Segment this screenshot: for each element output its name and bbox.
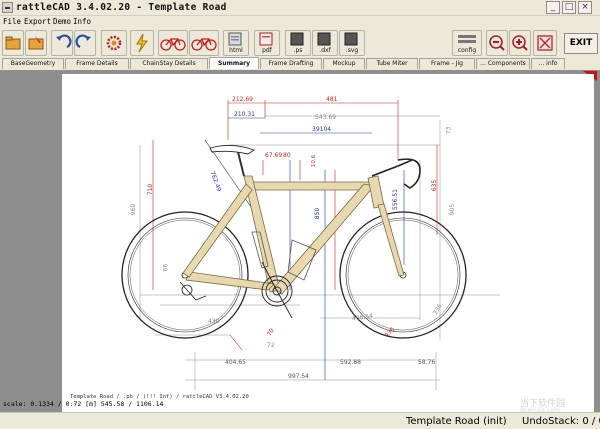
bike-icon (160, 38, 186, 51)
export-dxf-button[interactable]: .dxf (312, 30, 338, 56)
dim-label: 58.76 (418, 359, 436, 366)
tab-summary[interactable]: Summary (209, 57, 259, 69)
fit-view-icon (537, 35, 553, 51)
bike-frame-icon (191, 38, 217, 51)
tab-basegeometry[interactable]: BaseGeometry (2, 58, 64, 69)
tab-mockup[interactable]: Mockup (323, 58, 365, 69)
dim-label: 905 (449, 203, 457, 216)
dim-label: 850 (314, 207, 322, 220)
dim-label: 710 (147, 183, 155, 196)
undo-icon (56, 34, 72, 48)
dim-label: 556.51 (392, 189, 399, 210)
tab-frame-drafting[interactable]: Frame Drafting (260, 58, 322, 69)
settings-gear-button[interactable] (101, 30, 127, 56)
dim-label: 73 (445, 126, 453, 135)
dim-label: 404.65 (225, 359, 246, 366)
dim-label: 997.54 (288, 373, 309, 380)
status-bar: Template Road (init) UndoStack: 0 / 0 (0, 412, 600, 429)
zoom-out-icon (489, 35, 505, 51)
tab-tube-miter[interactable]: Tube Miter (366, 58, 418, 69)
config-button[interactable]: config (452, 30, 482, 56)
dim-label: 635 (431, 179, 439, 192)
dim-label: 960 (130, 203, 138, 216)
menu-file[interactable]: File (3, 16, 21, 27)
menu-info[interactable]: Info (73, 16, 91, 27)
save-button[interactable] (25, 30, 47, 56)
tab-frame-details[interactable]: Frame Details (65, 58, 129, 69)
pdf-icon (259, 32, 273, 46)
dim-label: 66 (162, 263, 170, 272)
save-folder-icon (28, 36, 44, 50)
config-label: config (457, 47, 477, 54)
scale-readout: scale: 0.1334 / 0.72 [m] 545.58 / 1106.1… (3, 400, 164, 408)
bike-drawing (121, 100, 500, 390)
dim-label: 212.69 (232, 96, 253, 103)
export-svg-button[interactable]: .svg (339, 30, 365, 56)
ps-file-icon (290, 32, 304, 46)
undo-stack-status: UndoStack: 0 / 0 (522, 416, 600, 427)
dim-label: 481 (326, 96, 338, 103)
html-label: html (229, 47, 243, 54)
tab-chainstay-details[interactable]: ChainStay Details (130, 58, 208, 69)
app-icon (2, 2, 13, 13)
zoom-in-icon (512, 35, 528, 51)
dim-label: 39104 (312, 126, 332, 133)
dim-label: 67.69 (265, 152, 283, 159)
tab-frame-jig[interactable]: Frame - Jig (419, 58, 475, 69)
render-button[interactable] (130, 30, 154, 56)
bike-view-button[interactable] (158, 30, 188, 56)
tab-components[interactable]: ... Components (476, 58, 530, 69)
redo-icon (75, 34, 91, 48)
fit-view-button[interactable] (533, 30, 557, 56)
folder-icon (5, 36, 21, 50)
export-html-button[interactable]: html (223, 30, 249, 56)
dim-label: 80 (283, 152, 291, 159)
dim-label: 592.88 (340, 359, 361, 366)
menu-bar: File Export Demo Info (0, 16, 600, 27)
config-icon (458, 35, 476, 43)
open-folder-button[interactable] (2, 30, 24, 56)
svg-file-icon (344, 32, 358, 46)
exit-button[interactable]: EXIT (564, 33, 598, 54)
project-status: Template Road (init) (406, 416, 507, 427)
dim-label: 430 (208, 318, 220, 325)
bike-frame-button[interactable] (189, 30, 219, 56)
zoom-out-button[interactable] (486, 30, 508, 56)
drawing-canvas[interactable]: 212.69 481 210.31 39104 67.69 80 10.6 71… (0, 70, 600, 412)
zoom-in-button[interactable] (509, 30, 531, 56)
dxf-file-icon (317, 32, 331, 46)
undo-button[interactable] (51, 30, 73, 56)
minimize-button[interactable]: _ (546, 1, 560, 14)
export-pdf-button[interactable]: pdf (254, 30, 280, 56)
toolbar: html pdf .ps .dxf .svg config (0, 28, 600, 58)
gear-icon (106, 35, 122, 51)
tab-bar: BaseGeometry Frame Details ChainStay Det… (0, 57, 600, 70)
menu-demo[interactable]: Demo (53, 16, 71, 27)
svg-label: .svg (345, 47, 359, 54)
dim-label: 543.69 (315, 114, 336, 121)
lightning-icon (136, 33, 148, 53)
dim-label: 10.6 (311, 154, 318, 168)
dim-label: 210.31 (234, 111, 255, 118)
document-icon (228, 32, 242, 46)
drawing-paper: 212.69 481 210.31 39104 67.69 80 10.6 71… (62, 74, 594, 412)
tab-info[interactable]: ... info (531, 58, 565, 69)
watermark-sub: downxia.com (520, 407, 560, 414)
menu-export[interactable]: Export (24, 16, 51, 27)
window-title: rattleCAD 3.4.02.20 - Template Road (16, 2, 227, 13)
title-bar: rattleCAD 3.4.02.20 - Template Road _ □ … (0, 0, 600, 16)
maximize-button[interactable]: □ (562, 1, 576, 14)
pdf-label: pdf (262, 47, 272, 54)
ps-label: .ps (293, 47, 303, 54)
dxf-label: .dxf (319, 47, 331, 54)
export-ps-button[interactable]: .ps (285, 30, 311, 56)
redo-button[interactable] (74, 30, 96, 56)
close-button[interactable]: × (578, 1, 592, 14)
dim-label: 72 (267, 342, 275, 349)
